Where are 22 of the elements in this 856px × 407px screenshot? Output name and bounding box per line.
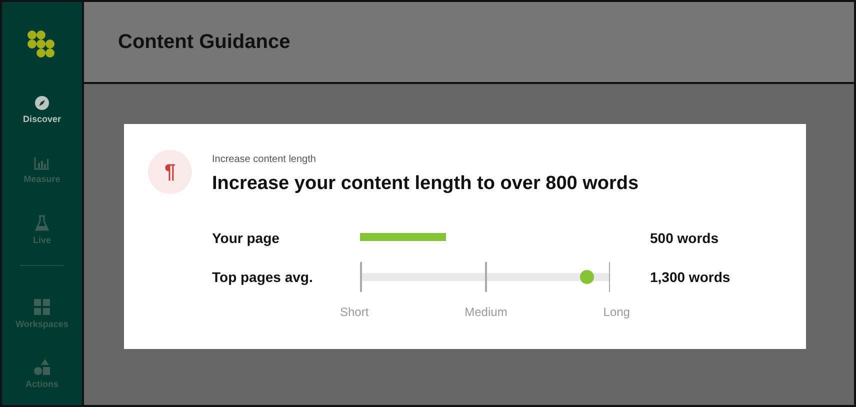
row-label: Top pages avg. [212, 269, 314, 285]
row-label: Your page [212, 230, 280, 246]
flask-icon [34, 215, 49, 231]
sidebar-item[interactable]: Workspaces [16, 284, 68, 344]
sidebar-item[interactable]: Actions [25, 344, 58, 404]
word-count: 1,300 words [650, 269, 730, 285]
card-eyebrow: Increase content length [212, 154, 317, 165]
logo-icon [27, 30, 57, 58]
page-title: Content Guidance [118, 30, 290, 54]
card-headline: Increase your content length to over 800 words [212, 173, 640, 195]
word-count: 500 words [650, 230, 718, 246]
sidebar-item[interactable]: Discover [22, 80, 62, 140]
grid-icon [34, 299, 50, 315]
scale-label: Short [340, 305, 369, 319]
scale-label: Long [603, 305, 630, 319]
sidebar-item[interactable]: Measure [24, 140, 60, 200]
compass-icon [35, 96, 49, 110]
bar-chart-icon [34, 156, 50, 170]
sidebar-item[interactable]: Live [32, 200, 51, 260]
shapes-icon [34, 359, 50, 375]
paragraph-icon: ¶ [148, 150, 192, 194]
scale-label: Medium [464, 305, 508, 319]
